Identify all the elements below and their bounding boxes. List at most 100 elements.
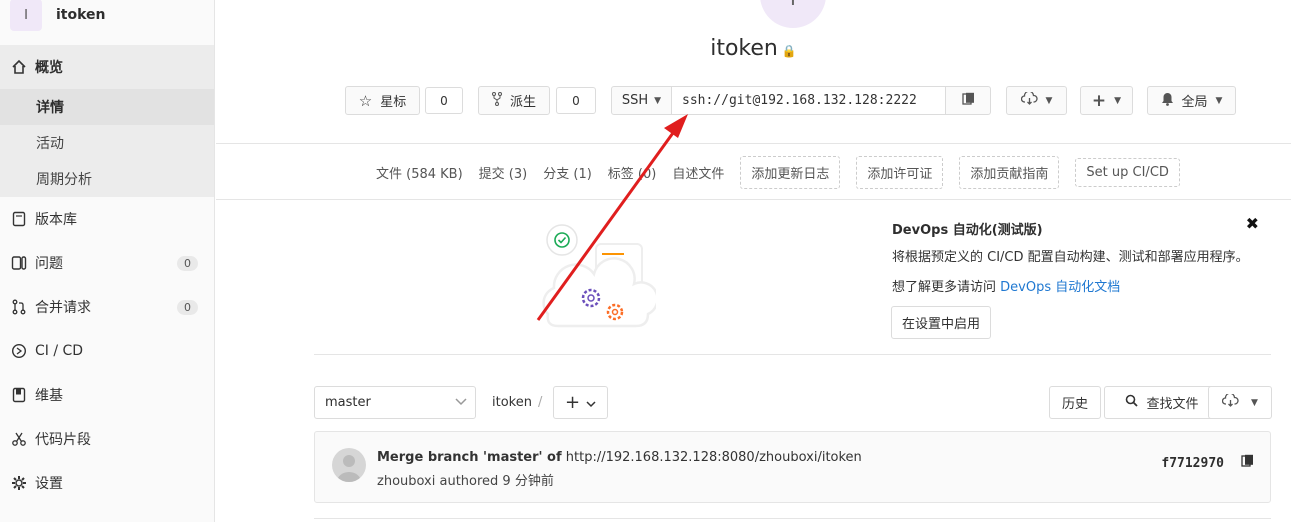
repo-title-text: itoken [710, 36, 778, 61]
notification-label: 全局 [1181, 95, 1208, 110]
plus-icon: + [564, 392, 581, 413]
project-header[interactable]: I itoken [0, 0, 214, 38]
page-title: itoken 🔒 [216, 36, 1291, 61]
sidebar-subitem-details[interactable]: 详情 [0, 89, 214, 125]
home-icon [10, 58, 28, 76]
repo-avatar: I [760, 0, 826, 28]
breadcrumb-separator: / [537, 395, 543, 410]
devops-docs-link[interactable]: DevOps 自动化文档 [1000, 280, 1120, 295]
issues-icon [10, 254, 28, 272]
find-file-button[interactable]: 查找文件 [1104, 386, 1220, 419]
commit-sha[interactable]: f7712970 [1161, 456, 1224, 471]
download-dropdown[interactable]: ▼ [1006, 86, 1067, 115]
divider [314, 354, 1271, 355]
clone-url-input[interactable]: ssh://git@192.168.132.128:2222 [671, 86, 946, 115]
clipboard-icon[interactable] [1241, 454, 1254, 472]
devops-more-prefix: 想了解更多请访问 [892, 280, 997, 295]
divider [216, 199, 1291, 200]
chevron-down-icon [586, 392, 596, 413]
devops-title: DevOps 自动化(测试版) [892, 223, 1043, 238]
fork-button[interactable]: 派生 [478, 86, 550, 115]
sidebar-item-settings[interactable]: 设置 [0, 461, 214, 505]
add-file-dropdown[interactable]: + [553, 386, 608, 419]
chevron-down-icon [455, 396, 467, 409]
stat-readme[interactable]: 自述文件 [672, 163, 724, 182]
stat-commits[interactable]: 提交 (3) [479, 163, 528, 182]
stat-tags[interactable]: 标签 (0) [608, 163, 657, 182]
star-button[interactable]: ☆ 星标 [345, 86, 420, 115]
sidebar-item-overview[interactable]: 概览 [0, 45, 214, 89]
copy-url-button[interactable] [945, 86, 991, 115]
sidebar-item-repository[interactable]: 版本库 [0, 197, 214, 241]
sidebar: I itoken 概览 详情 活动 周期分析 版本库 问题 0 合并请求 0 C… [0, 0, 215, 522]
notification-dropdown[interactable]: 全局 ▼ [1147, 86, 1236, 115]
breadcrumb-project[interactable]: itoken [492, 395, 532, 410]
sidebar-item-label: 概览 [35, 60, 63, 76]
sidebar-subitem-cycle-analytics[interactable]: 周期分析 [0, 161, 214, 197]
star-count[interactable]: 0 [425, 87, 463, 114]
commit-title[interactable]: Merge branch 'master' of http://192.168.… [377, 450, 862, 465]
protocol-label: SSH [621, 93, 649, 108]
branch-name: master [325, 395, 371, 410]
chevron-down-icon: ▼ [1045, 95, 1053, 106]
sidebar-submenu: 详情 活动 周期分析 [0, 89, 214, 197]
sidebar-item-label: 问题 [35, 256, 63, 272]
close-icon[interactable]: ✖ [1246, 214, 1259, 233]
cloud-download-icon [1020, 90, 1038, 109]
search-icon [1125, 394, 1139, 411]
chevron-down-icon: ▼ [1215, 95, 1223, 106]
book-open-icon [10, 386, 28, 404]
add-changelog-button[interactable]: 添加更新日志 [740, 156, 841, 189]
star-label: 星标 [380, 95, 407, 110]
sidebar-item-label: 维基 [35, 388, 63, 404]
project-avatar: I [10, 0, 42, 31]
find-file-label: 查找文件 [1146, 397, 1199, 412]
sidebar-item-wiki[interactable]: 维基 [0, 373, 214, 417]
fork-count[interactable]: 0 [556, 87, 596, 114]
sidebar-item-label: 版本库 [35, 212, 77, 228]
plus-icon: + [1091, 90, 1107, 111]
star-icon: ☆ [358, 91, 373, 110]
main-content: I itoken🔒 ☆ 星标 0 派生 0 SSH ▼ ssh://git@19… [216, 0, 1291, 522]
sidebar-item-issues[interactable]: 问题 0 [0, 241, 214, 285]
devops-description: 将根据预定义的 CI/CD 配置自动构建、测试和部署应用程序。 [892, 250, 1249, 265]
last-commit: Merge branch 'master' of http://192.168.… [314, 431, 1271, 503]
devops-illustration [542, 224, 656, 328]
divider [216, 143, 1291, 144]
fork-icon [491, 91, 502, 110]
history-button[interactable]: 历史 [1049, 386, 1101, 419]
setup-cicd-button[interactable]: Set up CI/CD [1075, 158, 1180, 187]
add-contributing-button[interactable]: 添加贡献指南 [959, 156, 1060, 189]
chevron-down-icon: ▼ [1251, 397, 1258, 408]
devops-more-info: 想了解更多请访问 DevOps 自动化文档 [892, 276, 1120, 295]
sidebar-item-snippets[interactable]: 代码片段 [0, 417, 214, 461]
new-dropdown[interactable]: + ▼ [1080, 86, 1133, 115]
add-license-button[interactable]: 添加许可证 [856, 156, 944, 189]
breadcrumb: itoken / [492, 395, 542, 410]
protocol-dropdown[interactable]: SSH ▼ [611, 86, 672, 115]
merge-requests-count-badge: 0 [177, 299, 198, 315]
commit-meta: zhouboxi authored 9 分钟前 [377, 474, 554, 489]
merge-request-icon [10, 298, 28, 316]
download-archive-dropdown[interactable]: ▼ [1208, 386, 1272, 419]
gear-icon [10, 474, 28, 492]
fork-label: 派生 [509, 95, 536, 110]
divider [314, 518, 1271, 519]
sidebar-item-label: 合并请求 [35, 300, 91, 316]
avatar[interactable] [332, 448, 366, 482]
sidebar-subitem-activity[interactable]: 活动 [0, 125, 214, 161]
issues-count-badge: 0 [177, 255, 198, 271]
sidebar-item-merge-requests[interactable]: 合并请求 0 [0, 285, 214, 329]
cloud-download-icon [1221, 392, 1239, 411]
bell-icon [1161, 92, 1174, 110]
sidebar-item-label: 设置 [35, 476, 63, 492]
sidebar-item-ci-cd[interactable]: CI / CD [0, 329, 214, 373]
sidebar-item-label: 代码片段 [35, 432, 91, 448]
branch-selector[interactable]: master [314, 386, 476, 419]
stat-files[interactable]: 文件 (584 KB) [376, 163, 463, 182]
stat-branches[interactable]: 分支 (1) [543, 163, 592, 182]
rocket-icon [10, 342, 28, 360]
enable-in-settings-button[interactable]: 在设置中启用 [891, 306, 992, 339]
lock-icon: 🔒 [781, 44, 797, 58]
chevron-down-icon: ▼ [654, 95, 662, 106]
